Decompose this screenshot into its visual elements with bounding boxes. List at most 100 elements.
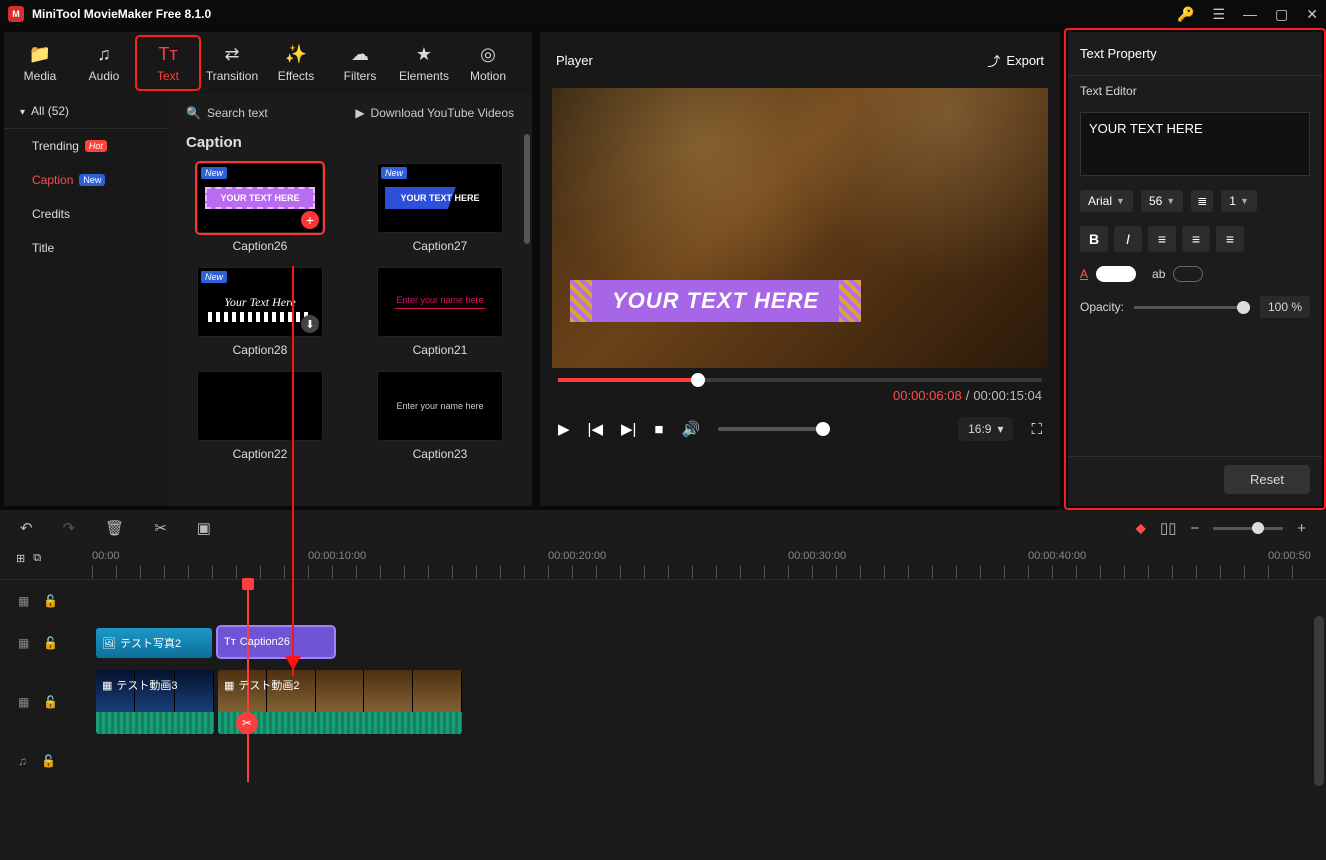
track-text[interactable]: 🖼テスト写真2 TᴛCaption26 (92, 622, 1310, 664)
caption-item-27[interactable]: NewYOUR TEXT HERE Caption27 (362, 163, 518, 253)
effects-icon: ✨ (285, 44, 307, 65)
category-title[interactable]: Title (4, 231, 168, 265)
track-overlay[interactable] (92, 580, 1310, 622)
chevron-down-icon: ▼ (1116, 196, 1125, 206)
lock-icon[interactable]: 🔓 (43, 636, 58, 650)
volume-slider[interactable] (718, 427, 828, 431)
download-youtube-button[interactable]: ▶Download YouTube Videos (355, 106, 514, 120)
caption-item-21[interactable]: Enter your name here Caption21 (362, 267, 518, 357)
timeline-ruler[interactable]: ⊞ ⧉ 00:00 00:00:10:00 00:00:20:00 00:00:… (0, 546, 1326, 580)
tab-filters[interactable]: ☁Filters (328, 36, 392, 90)
align-left-button[interactable]: ≡ (1148, 226, 1176, 252)
download-icon[interactable]: ⬇ (301, 315, 319, 333)
font-select[interactable]: Arial▼ (1080, 190, 1133, 212)
tab-text[interactable]: TᴛText (136, 36, 200, 90)
scrub-bar[interactable] (558, 378, 1042, 382)
fullscreen-icon[interactable]: ⛶ (1031, 421, 1042, 438)
caption-overlay: YOUR TEXT HERE (592, 280, 839, 322)
line-spacing-button[interactable]: ≣ (1191, 190, 1213, 212)
caption-item-23[interactable]: Enter your name here Caption23 (362, 371, 518, 461)
reset-button[interactable]: Reset (1224, 465, 1310, 494)
zoom-out-icon[interactable]: − (1190, 520, 1199, 537)
opacity-slider[interactable] (1134, 306, 1250, 309)
lock-icon[interactable]: 🔓 (43, 695, 58, 709)
lock-icon[interactable]: 🔓 (41, 754, 56, 768)
key-icon[interactable]: 🔑 (1177, 6, 1194, 23)
magnet-icon[interactable]: ▯▯ (1160, 519, 1177, 537)
film-icon: ▦ (18, 695, 29, 709)
highlight-color-swatch[interactable] (1173, 266, 1203, 282)
play-icon[interactable]: ▶ (558, 420, 570, 438)
close-icon[interactable]: ✕ (1306, 6, 1318, 23)
music-note-icon: ♫ (18, 754, 27, 768)
font-color-icon[interactable]: A (1080, 267, 1088, 281)
category-caption[interactable]: CaptionNew (4, 163, 168, 197)
track-head-audio: ♫🔓 (0, 740, 92, 782)
italic-button[interactable]: I (1114, 226, 1142, 252)
stop-icon[interactable]: ■ (654, 421, 663, 438)
folder-icon: 📁 (29, 44, 51, 65)
duplicate-track-icon[interactable]: ⧉ (33, 552, 41, 565)
opacity-value: 100 % (1260, 296, 1310, 318)
timeline-scrollbar[interactable] (1314, 616, 1324, 786)
category-all[interactable]: All (52) (4, 94, 168, 129)
video-preview[interactable]: YOUR TEXT HERE (552, 88, 1048, 368)
clip-video-a[interactable]: ▦テスト動画3 (96, 670, 214, 734)
delete-icon[interactable]: 🗑 (105, 519, 124, 537)
marker-icon[interactable]: ⬥ (1135, 520, 1146, 537)
caption-label: Caption22 (233, 447, 288, 461)
crop-icon[interactable]: ▣ (197, 519, 211, 537)
next-frame-icon[interactable]: ▶| (621, 420, 636, 438)
youtube-icon: ▶ (355, 106, 364, 120)
annotation-arrow (292, 266, 294, 676)
search-input[interactable]: 🔍Search text (186, 106, 268, 120)
film-icon: ▦ (102, 679, 112, 692)
track-audio[interactable] (92, 740, 1310, 782)
clip-caption[interactable]: TᴛCaption26 (218, 627, 334, 657)
caption-item-26[interactable]: NewYOUR TEXT HERE+ Caption26 (182, 163, 338, 253)
tab-transition[interactable]: ⇄Transition (200, 36, 264, 90)
maximize-icon[interactable]: ▢ (1275, 6, 1288, 23)
redo-icon[interactable]: ↷ (63, 519, 76, 537)
font-size-select[interactable]: 56▼ (1141, 190, 1183, 212)
lock-icon[interactable]: 🔓 (43, 594, 58, 608)
align-right-button[interactable]: ≡ (1216, 226, 1244, 252)
caption-item-28[interactable]: NewYour Text Here⬇ Caption28 (182, 267, 338, 357)
panel-scrollbar[interactable] (524, 134, 530, 244)
zoom-in-icon[interactable]: + (1297, 520, 1306, 537)
font-color-swatch[interactable] (1096, 266, 1136, 282)
volume-icon[interactable]: 🔊 (681, 420, 700, 438)
music-note-icon: ♫ (97, 44, 111, 65)
bold-button[interactable]: B (1080, 226, 1108, 252)
aspect-select[interactable]: 16:9▾ (958, 417, 1013, 441)
library-tabs: 📁Media ♫Audio TᴛText ⇄Transition ✨Effect… (4, 32, 532, 94)
minimize-icon[interactable]: — (1243, 6, 1257, 22)
category-credits[interactable]: Credits (4, 197, 168, 231)
clip-photo[interactable]: 🖼テスト写真2 (96, 628, 212, 658)
tab-motion[interactable]: ◎Motion (456, 36, 520, 90)
caption-label: Caption23 (413, 447, 468, 461)
export-button[interactable]: ⤴Export (987, 51, 1044, 70)
tab-effects[interactable]: ✨Effects (264, 36, 328, 90)
category-trending[interactable]: TrendingHot (4, 129, 168, 163)
align-center-button[interactable]: ≡ (1182, 226, 1210, 252)
tab-audio[interactable]: ♫Audio (72, 36, 136, 90)
image-icon: 🖼 (102, 637, 116, 650)
film-icon: ▦ (18, 636, 29, 650)
highlight-icon[interactable]: ab (1152, 267, 1165, 281)
new-tag-icon: New (381, 167, 407, 179)
add-button[interactable]: + (301, 211, 319, 229)
prev-frame-icon[interactable]: |◀ (588, 420, 603, 438)
tab-elements[interactable]: ★Elements (392, 36, 456, 90)
text-editor-input[interactable]: YOUR TEXT HERE (1080, 112, 1310, 176)
zoom-slider[interactable] (1213, 527, 1283, 530)
track-video[interactable]: ▦テスト動画3 ▦テスト動画2 (92, 664, 1310, 740)
split-icon[interactable]: ✂ (154, 519, 167, 537)
letter-spacing-select[interactable]: 1▼ (1221, 190, 1257, 212)
caption-item-22[interactable]: Caption22 (182, 371, 338, 461)
tab-media[interactable]: 📁Media (8, 36, 72, 90)
add-track-icon[interactable]: ⊞ (16, 552, 25, 565)
undo-icon[interactable]: ↶ (20, 519, 33, 537)
app-logo-icon: M (8, 6, 24, 22)
hamburger-icon[interactable]: ☰ (1212, 6, 1225, 23)
